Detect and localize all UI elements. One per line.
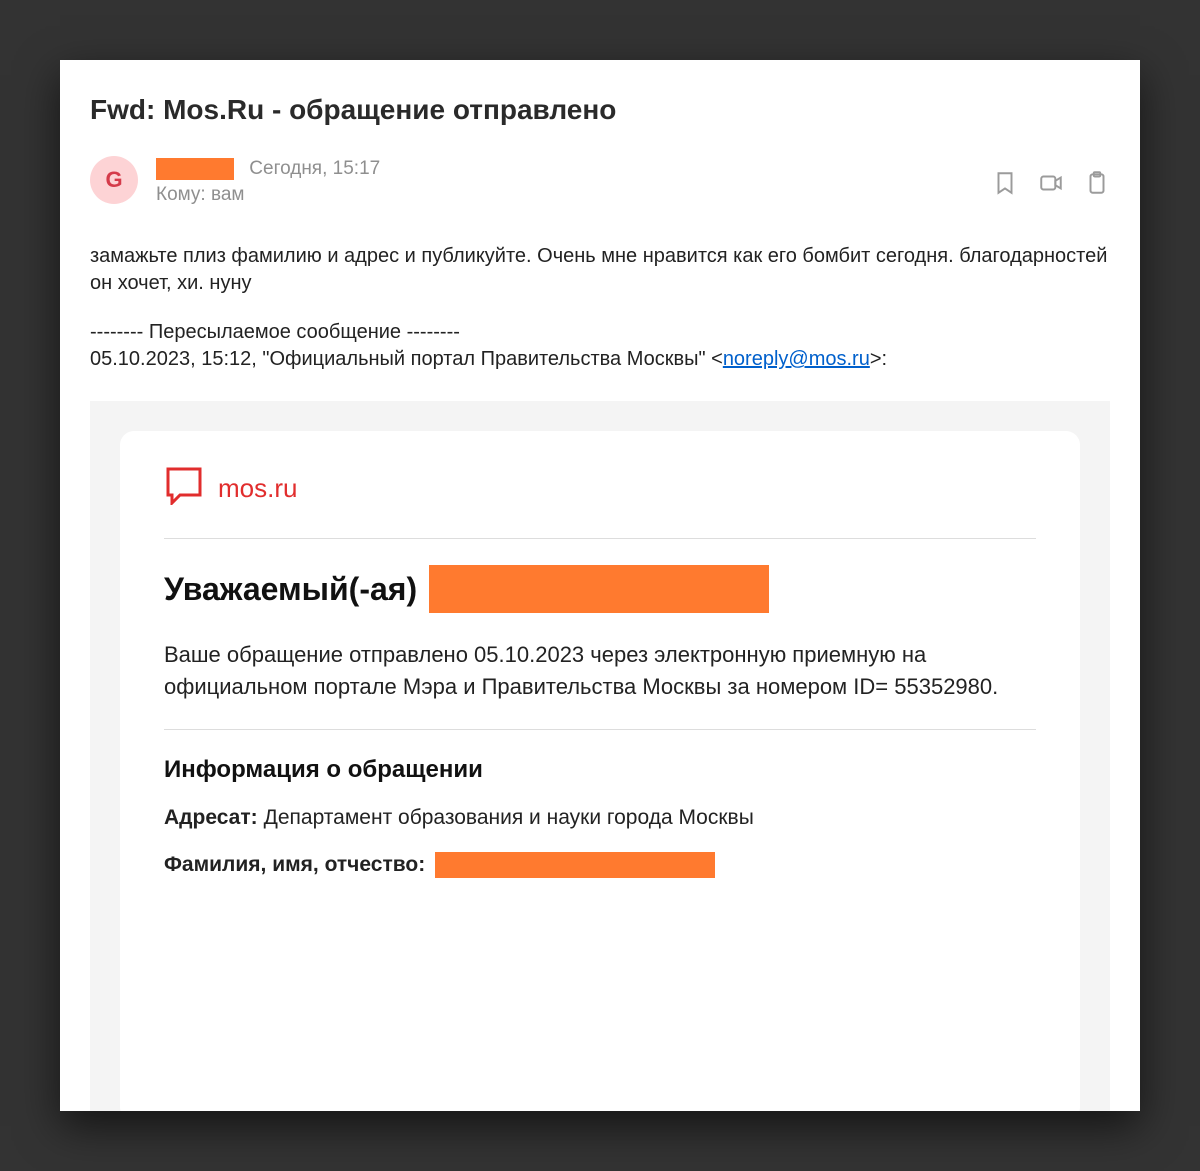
speech-bubble-icon xyxy=(164,465,204,512)
info-heading: Информация о обращении xyxy=(164,756,1036,784)
email-subject: Fwd: Mos.Ru - обращение отправлено xyxy=(60,60,1140,134)
fio-line: Фамилия, имя, отчество: xyxy=(164,852,1036,878)
greeting-row: Уважаемый(-ая) xyxy=(164,565,1036,613)
separator-line xyxy=(164,538,1036,539)
addressee-label: Адресат: xyxy=(164,806,258,830)
addressee-value: Департамент образования и науки города М… xyxy=(264,806,754,830)
sender-line: Сегодня, 15:17 xyxy=(156,156,380,182)
separator-line xyxy=(164,729,1036,730)
forward-meta-line: 05.10.2023, 15:12, "Официальный портал П… xyxy=(90,346,1110,373)
recipient-line: Кому: вам xyxy=(156,182,380,208)
embedded-email-outer: mos.ru Уважаемый(-ая) Ваше обращение отп… xyxy=(90,401,1110,1111)
forward-header-block: -------- Пересылаемое сообщение --------… xyxy=(60,297,1140,373)
email-window: Fwd: Mos.Ru - обращение отправлено G Сег… xyxy=(60,60,1140,1111)
fio-value-redacted xyxy=(435,852,715,878)
sender-avatar[interactable]: G xyxy=(90,156,138,204)
forward-meta-prefix: 05.10.2023, 15:12, "Официальный портал П… xyxy=(90,348,723,370)
recipient-name-redacted xyxy=(429,565,769,613)
fio-label: Фамилия, имя, отчество: xyxy=(164,853,425,877)
email-meta-row: G Сегодня, 15:17 Кому: вам xyxy=(60,134,1140,207)
email-body-text: замажьте плиз фамилию и адрес и публикуй… xyxy=(60,207,1140,297)
email-action-icons xyxy=(992,156,1110,201)
to-value: вам xyxy=(211,184,245,205)
addressee-line: Адресат: Департамент образования и науки… xyxy=(164,806,1036,830)
sender-name-redacted xyxy=(156,158,234,180)
bookmark-icon[interactable] xyxy=(992,170,1018,201)
to-label: Кому: xyxy=(156,184,211,205)
forward-divider-line: -------- Пересылаемое сообщение -------- xyxy=(90,319,1110,346)
forward-meta-suffix: >: xyxy=(870,348,887,370)
greeting-text: Уважаемый(-ая) xyxy=(164,571,417,608)
clipboard-icon[interactable] xyxy=(1084,170,1110,201)
email-date: Сегодня, 15:17 xyxy=(249,158,380,179)
email-meta-text: Сегодня, 15:17 Кому: вам xyxy=(156,156,380,207)
mosru-logo: mos.ru xyxy=(164,465,1036,512)
appeal-confirmation-text: Ваше обращение отправлено 05.10.2023 чер… xyxy=(164,639,1036,703)
embedded-email-card: mos.ru Уважаемый(-ая) Ваше обращение отп… xyxy=(120,431,1080,1111)
mosru-logo-text: mos.ru xyxy=(218,473,297,504)
video-icon[interactable] xyxy=(1038,170,1064,201)
forward-sender-email-link[interactable]: noreply@mos.ru xyxy=(723,348,870,370)
